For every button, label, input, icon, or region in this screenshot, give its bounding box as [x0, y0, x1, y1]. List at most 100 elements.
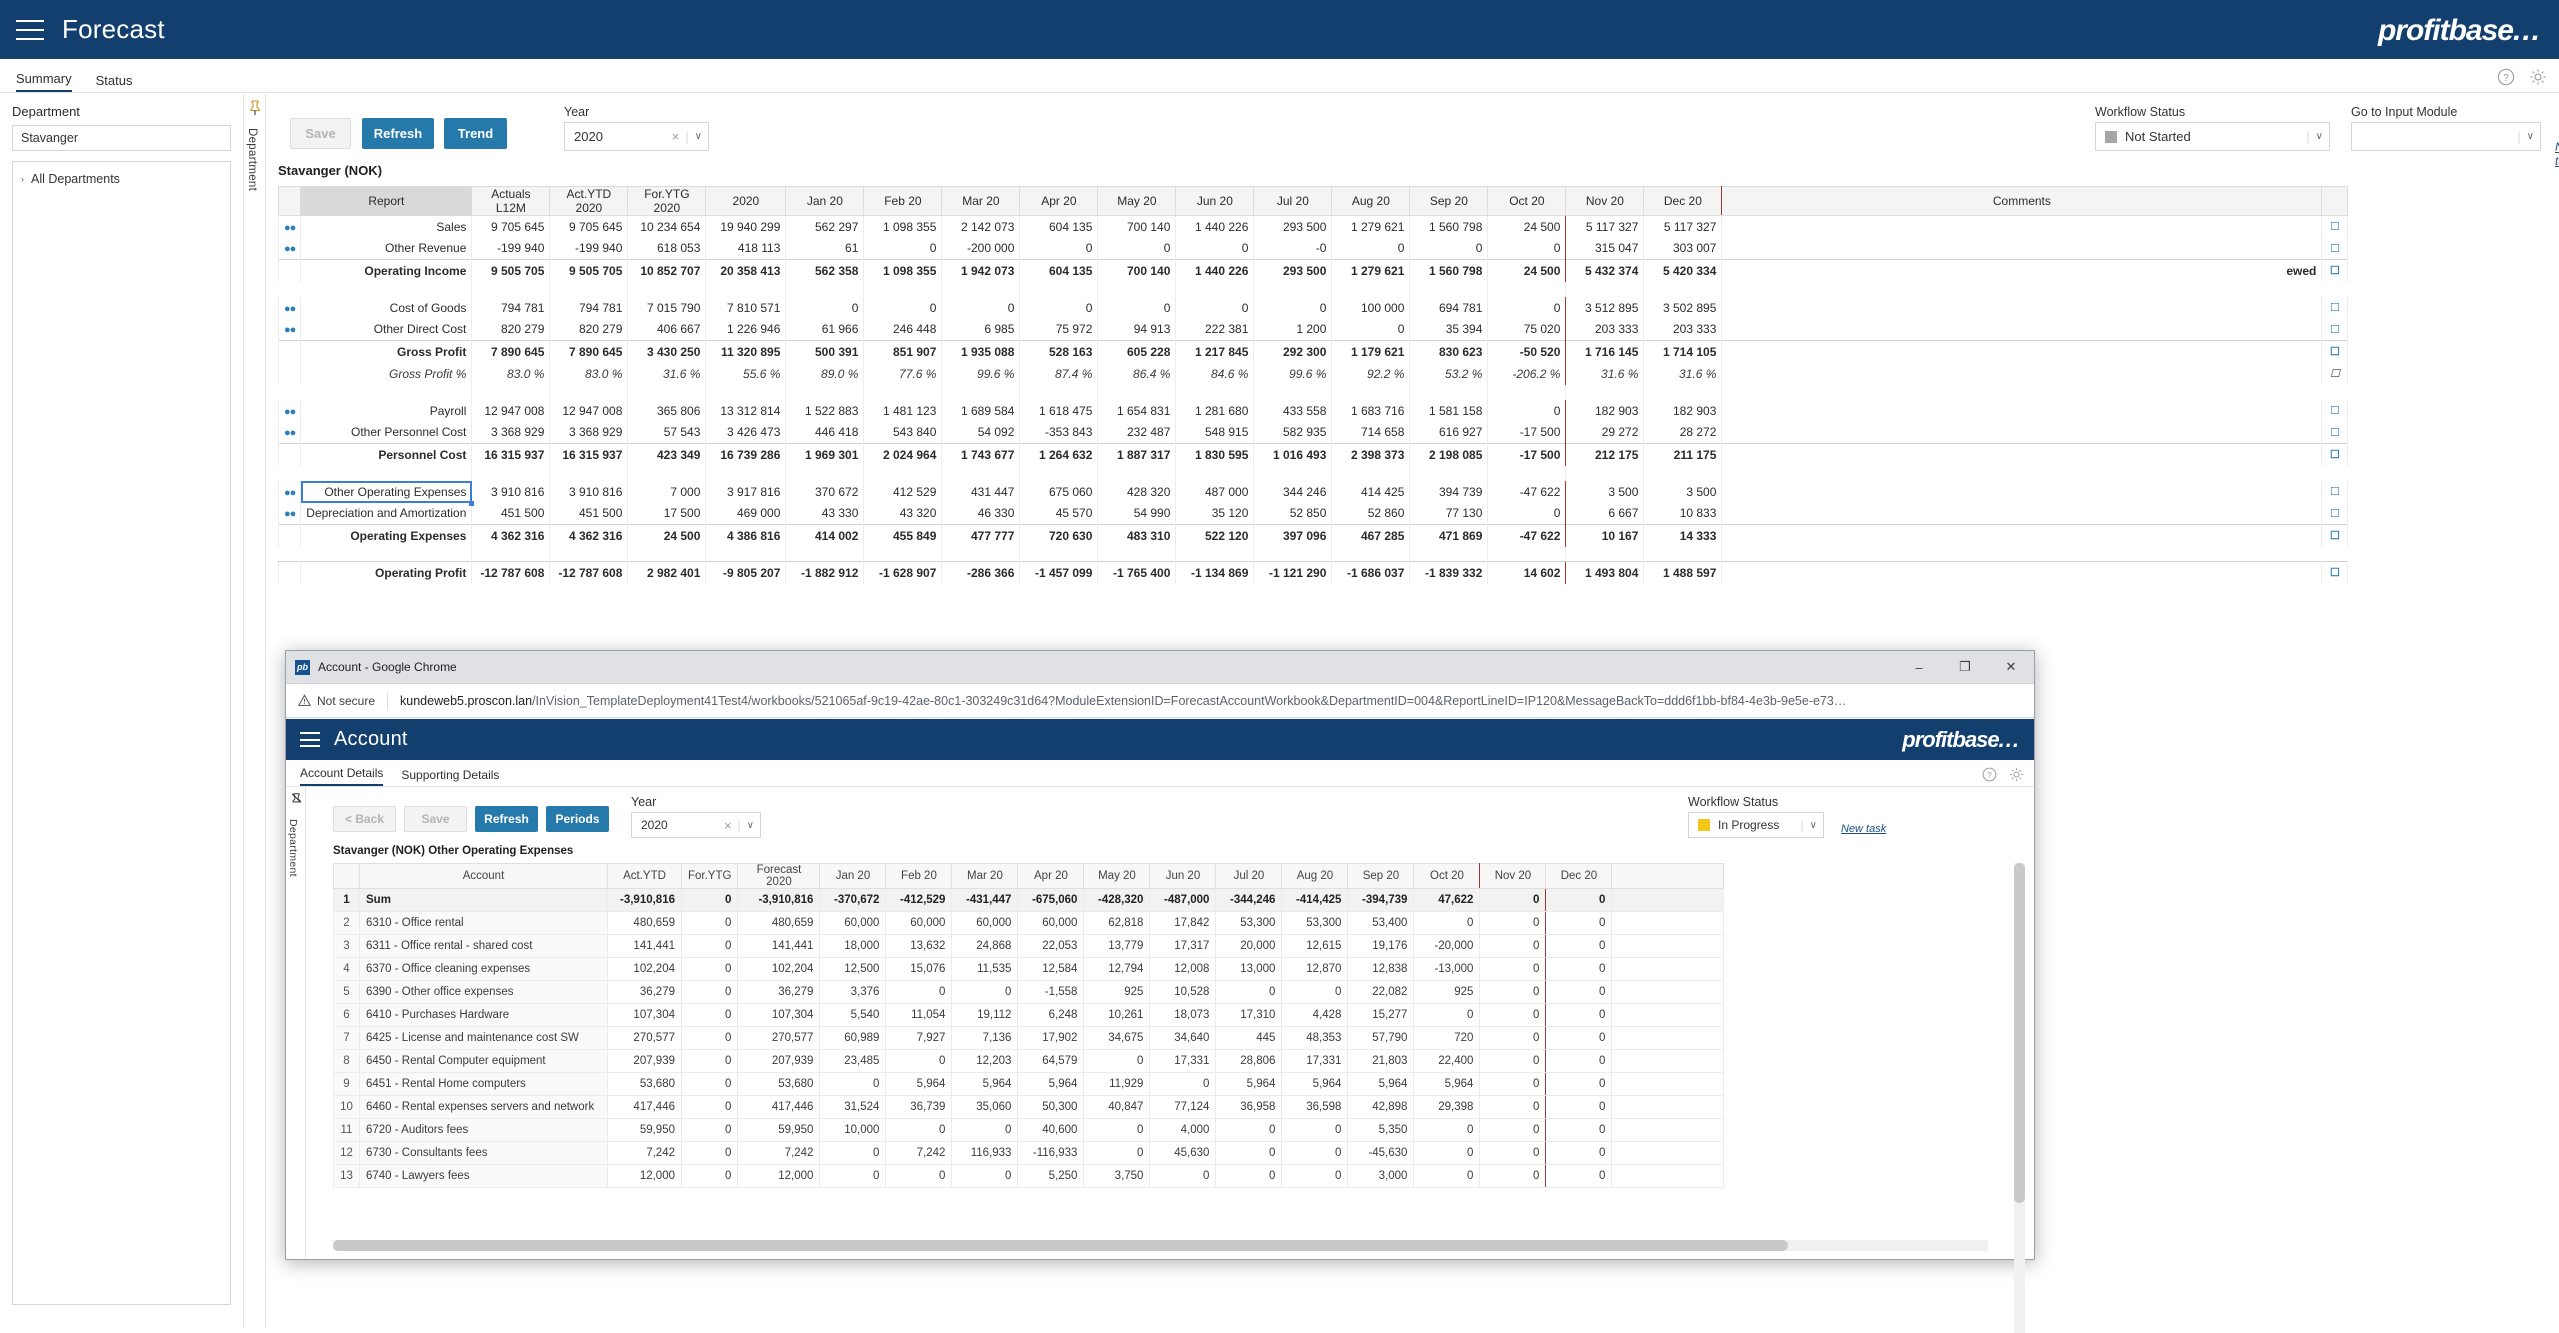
account-cell-value[interactable]: 0: [1480, 1096, 1546, 1119]
link-icon[interactable]: ●●: [279, 238, 301, 260]
account-cell-value[interactable]: 0: [1546, 1004, 1612, 1027]
menu-icon[interactable]: [300, 732, 320, 747]
comment-cell[interactable]: [1722, 400, 2322, 422]
account-cell-value[interactable]: 5,964: [1414, 1073, 1480, 1096]
account-cell-value[interactable]: -3,910,816: [738, 889, 820, 912]
account-column-header-oct-20[interactable]: Oct 20: [1414, 864, 1480, 889]
account-cell-blank[interactable]: [1612, 912, 1724, 935]
cell-value[interactable]: 24 500: [1488, 216, 1566, 238]
column-header-act-ytd-2020[interactable]: Act.YTD 2020: [550, 187, 628, 216]
comment-cell[interactable]: [1722, 341, 2322, 363]
cell-value[interactable]: 4 362 316: [472, 525, 550, 547]
column-header-jul-20[interactable]: Jul 20: [1254, 187, 1332, 216]
account-cell-value[interactable]: 0: [1414, 1165, 1480, 1188]
cell-value[interactable]: 1 226 946: [706, 319, 786, 341]
account-cell-value[interactable]: 19,112: [952, 1004, 1018, 1027]
cell-value[interactable]: -1 686 037: [1332, 562, 1410, 584]
tab-status[interactable]: Status: [96, 73, 133, 92]
tab-supporting-details[interactable]: Supporting Details: [401, 768, 499, 786]
account-name[interactable]: 6740 - Lawyers fees: [360, 1165, 608, 1188]
account-cell-value[interactable]: 0: [1546, 981, 1612, 1004]
account-cell-value[interactable]: 5,250: [1018, 1165, 1084, 1188]
cell-value[interactable]: 7 810 571: [706, 297, 786, 319]
comment-cell[interactable]: [1722, 238, 2322, 260]
scrollbar-thumb[interactable]: [2014, 863, 2025, 1203]
account-cell-value[interactable]: 0: [1084, 1050, 1150, 1073]
cell-value[interactable]: 694 781: [1410, 297, 1488, 319]
link-icon[interactable]: ●●: [279, 422, 301, 444]
account-row[interactable]: 96451 - Rental Home computers53,680053,6…: [334, 1073, 1724, 1096]
account-cell-value[interactable]: 40,600: [1018, 1119, 1084, 1142]
cell-value[interactable]: 500 391: [786, 341, 864, 363]
cell-value[interactable]: 46 330: [942, 503, 1020, 525]
cell-value[interactable]: 35 394: [1410, 319, 1488, 341]
cell-value[interactable]: 483 310: [1098, 525, 1176, 547]
cell-value[interactable]: 12 947 008: [550, 400, 628, 422]
add-comment-icon[interactable]: ☐: [2322, 444, 2348, 466]
row-label[interactable]: Gross Profit %: [301, 363, 472, 385]
cell-value[interactable]: 75 020: [1488, 319, 1566, 341]
cell-value[interactable]: 412 529: [864, 481, 942, 503]
refresh-button[interactable]: Refresh: [362, 118, 434, 149]
account-cell-value[interactable]: 60,000: [952, 912, 1018, 935]
account-cell-value[interactable]: 0: [682, 1165, 738, 1188]
account-cell-value[interactable]: 5,964: [952, 1073, 1018, 1096]
chevron-down-icon[interactable]: ∨: [2316, 131, 2323, 142]
account-cell-value[interactable]: 0: [952, 1119, 1018, 1142]
account-cell-value[interactable]: -370,672: [820, 889, 886, 912]
table-row[interactable]: ●●Sales9 705 6459 705 64510 234 65419 94…: [279, 216, 2348, 238]
account-cell-blank[interactable]: [1612, 1142, 1724, 1165]
add-comment-icon[interactable]: ☐: [2322, 260, 2348, 282]
table-row[interactable]: Gross Profit7 890 6457 890 6453 430 2501…: [279, 341, 2348, 363]
cell-value[interactable]: 820 279: [550, 319, 628, 341]
cell-value[interactable]: -0: [1254, 238, 1332, 260]
cell-value[interactable]: 7 890 645: [550, 341, 628, 363]
account-cell-value[interactable]: 0: [1282, 1119, 1348, 1142]
account-cell-value[interactable]: 0: [682, 981, 738, 1004]
account-name[interactable]: Sum: [360, 889, 608, 912]
cell-value[interactable]: 1 481 123: [864, 400, 942, 422]
account-cell-value[interactable]: 11,535: [952, 958, 1018, 981]
cell-value[interactable]: 3 910 816: [472, 481, 550, 503]
account-cell-value[interactable]: 0: [1546, 1165, 1612, 1188]
account-cell-value[interactable]: 12,000: [608, 1165, 682, 1188]
account-cell-value[interactable]: 102,204: [608, 958, 682, 981]
account-column-header-mar-20[interactable]: Mar 20: [952, 864, 1018, 889]
cell-value[interactable]: 487 000: [1176, 481, 1254, 503]
account-cell-value[interactable]: 7,242: [886, 1142, 952, 1165]
cell-value[interactable]: 1 279 621: [1332, 216, 1410, 238]
chrome-titlebar[interactable]: pb Account - Google Chrome – ❐ ✕: [286, 651, 2034, 684]
cell-value[interactable]: 3 430 250: [628, 341, 706, 363]
cell-value[interactable]: 1 581 158: [1410, 400, 1488, 422]
account-cell-value[interactable]: 60,000: [1018, 912, 1084, 935]
cell-value[interactable]: 19 940 299: [706, 216, 786, 238]
cell-value[interactable]: 52 850: [1254, 503, 1332, 525]
account-cell-value[interactable]: 141,441: [738, 935, 820, 958]
row-label[interactable]: Other Personnel Cost: [301, 422, 472, 444]
cell-value[interactable]: -1 765 400: [1098, 562, 1176, 584]
popup-workflow-status-select[interactable]: In Progress | ∨: [1688, 812, 1824, 838]
cell-value[interactable]: 543 840: [864, 422, 942, 444]
cell-value[interactable]: 2 198 085: [1410, 444, 1488, 466]
account-row[interactable]: 136740 - Lawyers fees12,000012,0000005,2…: [334, 1165, 1724, 1188]
scrollbar-thumb[interactable]: [333, 1240, 1788, 1251]
account-cell-value[interactable]: 36,279: [738, 981, 820, 1004]
cell-value[interactable]: 17 500: [628, 503, 706, 525]
question-mark-icon[interactable]: ?: [2497, 68, 2515, 86]
cell-value[interactable]: 414 002: [786, 525, 864, 547]
account-cell-value[interactable]: 11,929: [1084, 1073, 1150, 1096]
cell-value[interactable]: 45 570: [1020, 503, 1098, 525]
comment-cell[interactable]: [1722, 444, 2322, 466]
account-cell-value[interactable]: 0: [1546, 1050, 1612, 1073]
account-cell-value[interactable]: 0: [1546, 889, 1612, 912]
cell-value[interactable]: 714 658: [1332, 422, 1410, 444]
account-cell-value[interactable]: 36,958: [1216, 1096, 1282, 1119]
cell-value[interactable]: 1 716 145: [1566, 341, 1644, 363]
cell-value[interactable]: 3 500: [1644, 481, 1722, 503]
account-cell-value[interactable]: 36,598: [1282, 1096, 1348, 1119]
cell-value[interactable]: 10 167: [1566, 525, 1644, 547]
cell-value[interactable]: 1 654 831: [1098, 400, 1176, 422]
cell-value[interactable]: 418 113: [706, 238, 786, 260]
cell-value[interactable]: 303 007: [1644, 238, 1722, 260]
column-header-nov-20[interactable]: Nov 20: [1566, 187, 1644, 216]
